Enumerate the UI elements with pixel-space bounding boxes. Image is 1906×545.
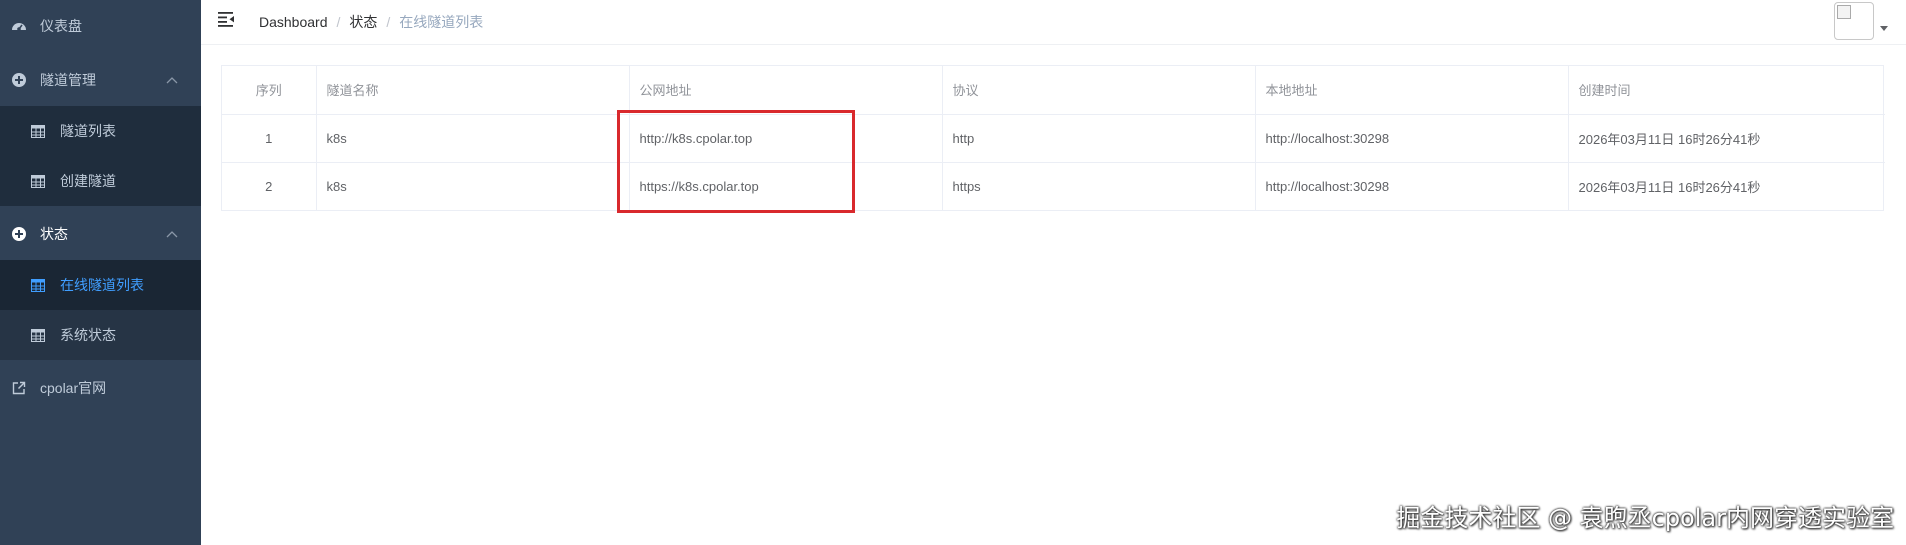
menu-cpolar-site-label: cpolar官网 — [40, 380, 107, 396]
cell-index: 1 — [222, 114, 317, 163]
menu-tunnel-management[interactable]: 隧道管理 — [0, 54, 201, 106]
column-header-index: 序列 — [222, 66, 317, 115]
top-navbar: Dashboard / 状态 / 在线隧道列表 — [201, 0, 1906, 45]
watermark: 掘金技术社区 @ 袁煦丞cpolar内网穿透实验室 — [1396, 504, 1894, 532]
sidebar-item-online-tunnels[interactable]: 在线隧道列表 — [0, 260, 201, 310]
chevron-up-icon — [165, 229, 179, 239]
menu-dashboard[interactable]: 仪表盘 — [0, 0, 201, 52]
table-icon — [30, 327, 46, 343]
dashboard-icon — [10, 17, 28, 35]
menu-status-label: 状态 — [40, 226, 68, 242]
external-link-icon — [10, 379, 28, 397]
plus-circle-icon — [10, 225, 28, 243]
cell-local-address: http://localhost:30298 — [1255, 162, 1569, 210]
cell-tunnel-name: k8s — [316, 162, 630, 210]
column-header-protocol: 协议 — [942, 66, 1256, 115]
sidebar: 仪表盘 隧道管理 隧道列表 创建隧道 状态 在线隧道列表 系统状态 cpolar… — [0, 0, 201, 545]
menu-tunnel-management-label: 隧道管理 — [40, 72, 96, 88]
breadcrumb-separator: / — [336, 14, 341, 30]
sidebar-item-create-tunnel[interactable]: 创建隧道 — [0, 156, 201, 206]
cell-public-url[interactable]: http://k8s.cpolar.top — [629, 114, 943, 163]
broken-image-icon — [1837, 5, 1851, 19]
submenu-status: 在线隧道列表 系统状态 — [0, 260, 201, 360]
column-header-public-url: 公网地址 — [629, 66, 943, 115]
cell-protocol: http — [942, 114, 1256, 163]
cell-created-time: 2026年03月11日 16时26分41秒 — [1568, 114, 1885, 163]
breadcrumb-status[interactable]: 状态 — [349, 12, 377, 32]
avatar[interactable] — [1834, 2, 1874, 40]
table-row: 2 k8s https://k8s.cpolar.top https http:… — [222, 162, 1885, 210]
online-tunnels-table: 序列 隧道名称 公网地址 协议 本地地址 创建时间 1 k8s http://k… — [221, 65, 1885, 211]
table-icon — [30, 277, 46, 293]
cell-tunnel-name: k8s — [316, 114, 630, 163]
cell-public-url[interactable]: https://k8s.cpolar.top — [629, 162, 943, 210]
plus-circle-icon — [10, 71, 28, 89]
breadcrumb-separator: / — [386, 14, 391, 30]
sidebar-item-tunnel-list-label: 隧道列表 — [60, 123, 116, 139]
menu-dashboard-label: 仪表盘 — [40, 18, 82, 34]
column-header-local-address: 本地地址 — [1255, 66, 1569, 115]
column-header-tunnel-name: 隧道名称 — [316, 66, 630, 115]
cell-index: 2 — [222, 162, 317, 210]
menu-cpolar-site[interactable]: cpolar官网 — [0, 362, 201, 414]
cell-protocol: https — [942, 162, 1256, 210]
breadcrumb: Dashboard / 状态 / 在线隧道列表 — [259, 12, 483, 32]
hamburger-icon[interactable] — [217, 10, 235, 28]
sidebar-item-tunnel-list[interactable]: 隧道列表 — [0, 106, 201, 156]
table-icon — [30, 173, 46, 189]
sidebar-item-online-tunnels-label: 在线隧道列表 — [60, 277, 144, 293]
table-header-row: 序列 隧道名称 公网地址 协议 本地地址 创建时间 — [222, 66, 1885, 115]
table-icon — [30, 123, 46, 139]
breadcrumb-home[interactable]: Dashboard — [259, 14, 328, 30]
table-row: 1 k8s http://k8s.cpolar.top http http://… — [222, 114, 1885, 163]
cell-created-time: 2026年03月11日 16时26分41秒 — [1578, 179, 1761, 195]
menu-status[interactable]: 状态 — [0, 208, 201, 260]
column-header-created-time: 创建时间 — [1568, 66, 1885, 115]
cell-local-address: http://localhost:30298 — [1255, 114, 1569, 163]
sidebar-item-system-status-label: 系统状态 — [60, 327, 116, 343]
breadcrumb-current: 在线隧道列表 — [399, 14, 484, 30]
sidebar-item-create-tunnel-label: 创建隧道 — [60, 173, 116, 189]
caret-down-icon[interactable] — [1880, 26, 1888, 31]
chevron-up-icon — [165, 75, 179, 85]
submenu-tunnel-management: 隧道列表 创建隧道 — [0, 106, 201, 206]
sidebar-item-system-status[interactable]: 系统状态 — [0, 310, 201, 360]
